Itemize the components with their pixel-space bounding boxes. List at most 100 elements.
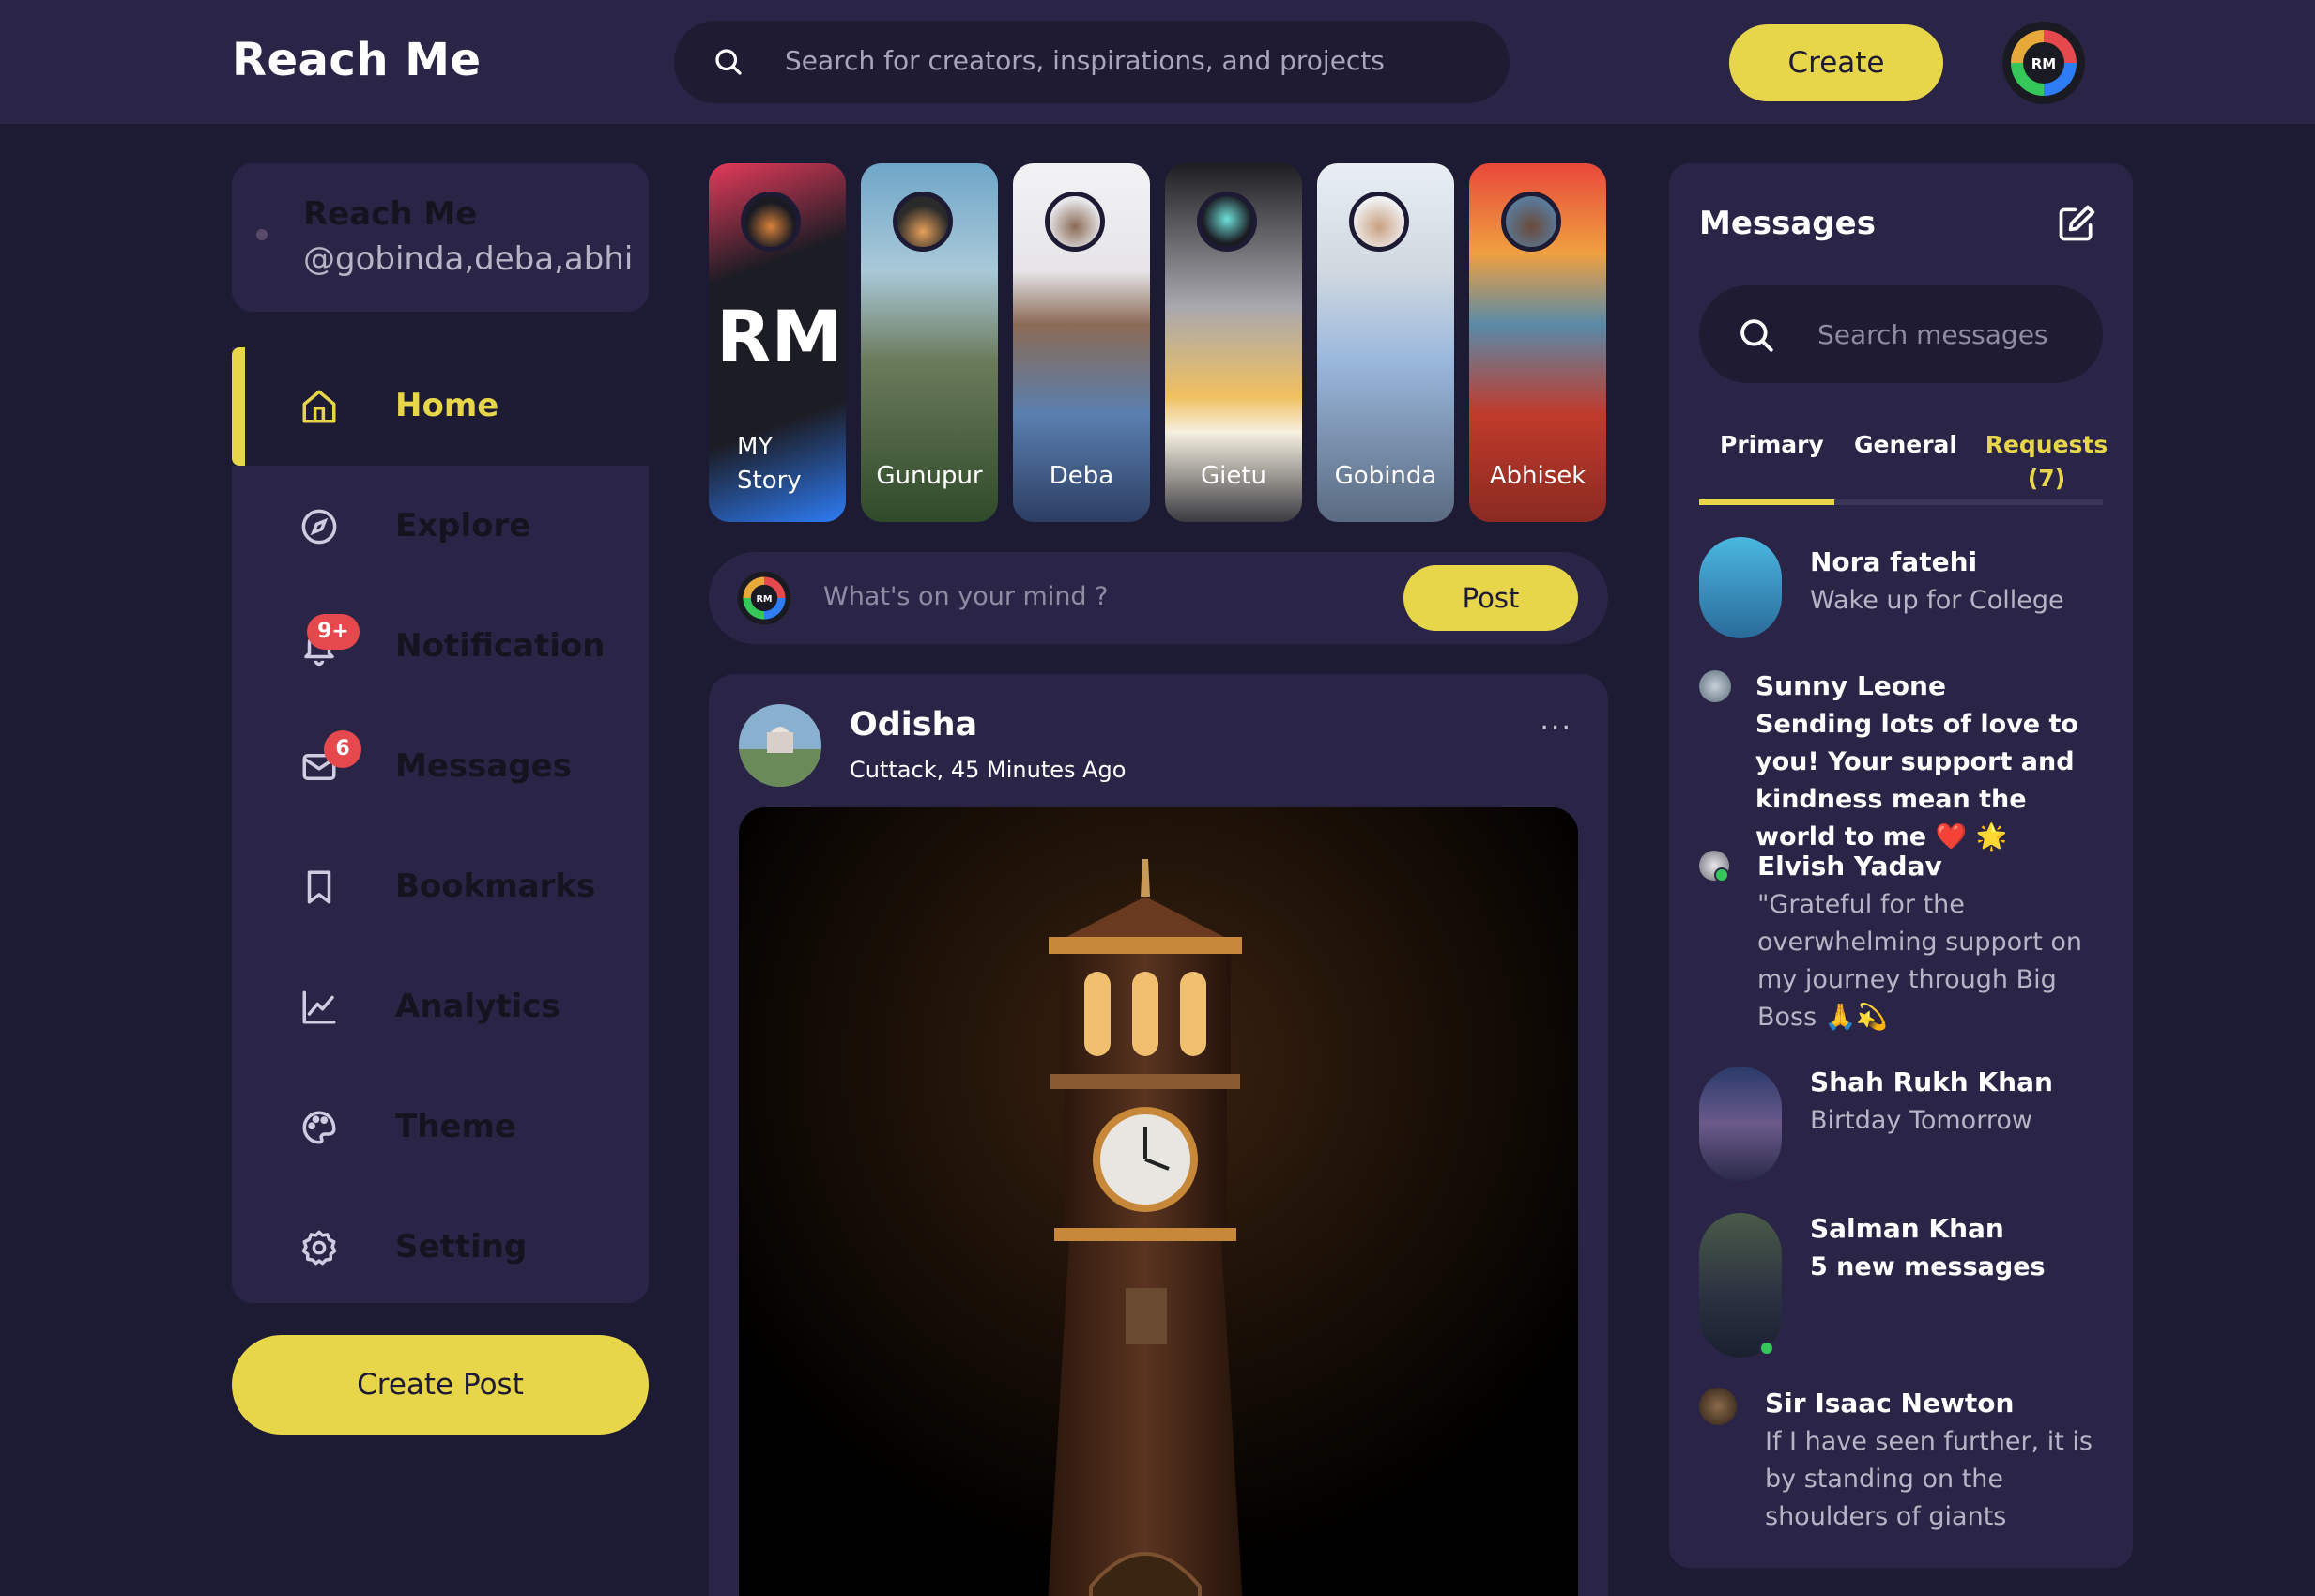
global-search-input[interactable]: Search for creators, inspirations, and p…: [785, 45, 1385, 76]
search-icon: [715, 49, 742, 75]
post-composer: RM What's on your mind ? Post: [709, 552, 1608, 644]
global-search-bar[interactable]: Search for creators, inspirations, and p…: [674, 21, 1510, 103]
sidebar-item-label: Analytics: [395, 988, 560, 1025]
story-card-abhisek[interactable]: Abhisek: [1469, 163, 1606, 522]
tabs-underline: [1699, 499, 2103, 505]
home-icon: [302, 390, 336, 423]
sidebar-item-label: Home: [395, 387, 499, 424]
message-sender: Nora fatehi: [1810, 546, 1978, 577]
tab-general[interactable]: General: [1854, 428, 1957, 462]
profile-handle: @gobinda,deba,abhi: [303, 240, 634, 278]
search-icon: [1740, 319, 1773, 352]
message-preview: Birtday Tomorrow: [1810, 1106, 2032, 1135]
story-logo-text: RM: [716, 295, 843, 378]
message-preview: If I have seen further, it is by standin…: [1765, 1427, 2093, 1531]
sidebar-item-explore[interactable]: Explore: [232, 468, 649, 586]
messages-search-input[interactable]: Search messages: [1817, 319, 2048, 350]
composer-avatar-initials: RM: [756, 594, 772, 605]
active-indicator: [232, 347, 245, 466]
message-item[interactable]: Shah Rukh Khan Birtday Tomorrow: [1699, 1067, 2112, 1183]
story-card-deba[interactable]: Deba: [1013, 163, 1150, 522]
story-card-gobinda[interactable]: Gobinda: [1317, 163, 1454, 522]
sidebar-item-home[interactable]: Home: [232, 347, 649, 466]
story-label: Gunupur: [876, 462, 983, 490]
sidebar-item-analytics[interactable]: Analytics: [232, 948, 649, 1067]
tab-requests-count: (7): [2027, 465, 2066, 492]
compass-icon: [301, 509, 337, 545]
message-preview: "Grateful for the overwhelming support o…: [1757, 890, 2083, 1032]
composer-input[interactable]: What's on your mind ?: [823, 582, 1109, 611]
compose-edit-icon[interactable]: [2056, 203, 2097, 244]
sidebar-item-bookmarks[interactable]: Bookmarks: [232, 828, 649, 946]
message-sender: Shah Rukh Khan: [1810, 1067, 2053, 1097]
messages-tabs: Primary General Requests (7): [1699, 417, 2108, 492]
online-indicator: [1714, 867, 1729, 882]
story-card-my-story[interactable]: RM MY Story: [709, 163, 846, 522]
messages-badge: 6: [324, 730, 361, 768]
message-avatar: [1699, 1067, 1782, 1181]
create-post-button[interactable]: Create Post: [232, 1335, 649, 1435]
message-preview: 5 new messages: [1810, 1252, 2046, 1281]
sidebar-item-messages[interactable]: 6 Messages: [232, 708, 649, 826]
online-indicator: [1759, 1341, 1774, 1356]
post-subtitle: Cuttack, 45 Minutes Ago: [850, 757, 1127, 783]
message-preview: Sending lots of love to you! Your suppor…: [1755, 710, 2078, 852]
create-button[interactable]: Create: [1729, 24, 1943, 101]
user-avatar[interactable]: RM: [2001, 21, 2086, 105]
story-label: Deba: [1049, 462, 1114, 490]
post-more-menu[interactable]: ···: [1540, 712, 1572, 744]
message-preview: Wake up for College: [1810, 586, 2064, 615]
story-avatar: [1197, 192, 1257, 252]
sidebar-item-theme[interactable]: Theme: [232, 1068, 649, 1187]
app-logo[interactable]: Reach Me: [232, 34, 482, 86]
message-item[interactable]: Sunny Leone Sending lots of love to you!…: [1699, 670, 2112, 852]
profile-card[interactable]: Reach Me @gobinda,deba,abhi: [232, 163, 649, 312]
tab-primary[interactable]: Primary: [1720, 428, 1824, 462]
message-avatar: [1699, 1388, 1737, 1425]
message-avatar: [1699, 1213, 1782, 1358]
sidebar-item-label: Theme: [395, 1108, 516, 1145]
tab-requests-label: Requests: [1985, 431, 2108, 458]
sidebar-menu: Home Explore 9+ Notification 6 Messages …: [232, 347, 649, 1303]
story-card-gietu[interactable]: Gietu: [1165, 163, 1302, 522]
post-image[interactable]: [739, 807, 1578, 1596]
message-item[interactable]: Sir Isaac Newton If I have seen further,…: [1699, 1388, 2112, 1547]
messages-search-bar[interactable]: Search messages: [1699, 285, 2103, 383]
story-label: Gobinda: [1334, 462, 1437, 490]
message-item[interactable]: Salman Khan 5 new messages: [1699, 1213, 2112, 1359]
message-sender: Salman Khan: [1810, 1213, 2004, 1244]
sidebar-item-label: Explore: [395, 507, 531, 545]
story-avatar: [1349, 192, 1409, 252]
story-label-line1: MY: [737, 433, 774, 461]
sidebar-item-label: Notification: [395, 627, 606, 665]
message-item[interactable]: Elvish Yadav "Grateful for the overwhelm…: [1699, 851, 2112, 1038]
message-avatar: [1699, 670, 1731, 702]
post-author-avatar[interactable]: [739, 704, 821, 787]
gear-icon: [301, 1230, 337, 1266]
message-item[interactable]: Nora fatehi Wake up for College: [1699, 537, 2112, 640]
sidebar-item-setting[interactable]: Setting: [232, 1189, 649, 1307]
tab-requests[interactable]: Requests (7): [1981, 428, 2112, 496]
sidebar-item-label: Setting: [395, 1228, 528, 1266]
message-avatar: [1699, 537, 1782, 638]
post-button[interactable]: Post: [1403, 565, 1578, 631]
sidebar-item-label: Messages: [395, 747, 572, 785]
story-avatar: [1045, 192, 1105, 252]
notification-badge: 9+: [307, 614, 360, 650]
feed-post: Odisha Cuttack, 45 Minutes Ago ···: [709, 674, 1608, 1596]
composer-avatar: RM: [737, 571, 791, 625]
sidebar-item-notification[interactable]: 9+ Notification: [232, 588, 649, 706]
sidebar-item-label: Bookmarks: [395, 867, 596, 905]
message-sender: Sunny Leone: [1755, 670, 1946, 701]
profile-avatar: [256, 229, 268, 240]
message-sender: Elvish Yadav: [1757, 851, 1942, 882]
post-title: Odisha: [850, 706, 978, 744]
story-avatar: [1501, 192, 1561, 252]
story-avatar: [741, 192, 801, 252]
story-label: Gietu: [1200, 462, 1267, 490]
profile-name: Reach Me: [303, 195, 478, 233]
bookmark-icon: [307, 870, 331, 904]
story-label-line2: Story: [737, 467, 802, 495]
story-card-gunupur[interactable]: Gunupur: [861, 163, 998, 522]
messages-panel: Messages Search messages Primary General…: [1669, 163, 2133, 1568]
